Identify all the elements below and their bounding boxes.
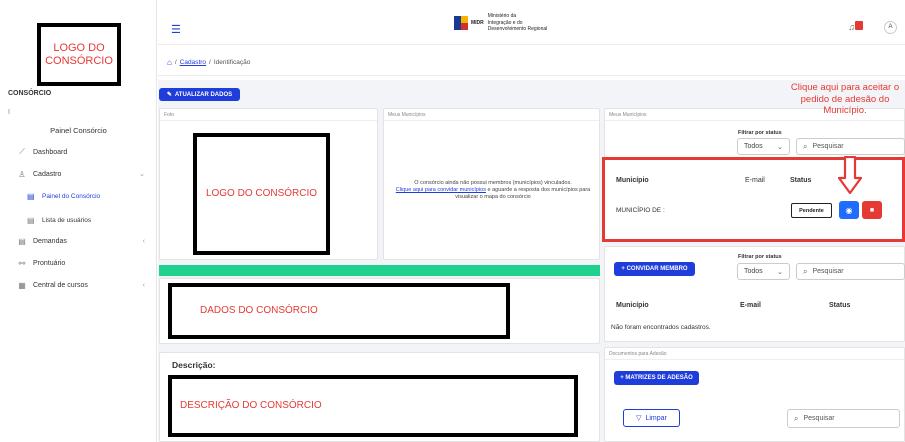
description-annotation: DESCRIÇÃO DO CONSÓRCIO <box>168 375 578 437</box>
user-icon: ♙ <box>18 169 26 179</box>
sidebar-item-label: Dashboard <box>33 148 68 156</box>
members-empty-message: Não foram encontrados cadastros. <box>611 324 711 331</box>
consortium-subtitle: I <box>8 109 10 116</box>
members-status-filter-label: Filtrar por status <box>738 254 782 260</box>
notification-badge[interactable] <box>855 21 863 30</box>
municipalities-search-input[interactable]: ⌕ Pesquisar <box>796 138 905 155</box>
chevron-down-icon: ⌄ <box>777 268 783 276</box>
no-members-message: O consórcio ainda não possui membros (mu… <box>395 180 591 200</box>
book-icon: ▦ <box>18 280 26 290</box>
clear-filter-button[interactable]: ▽ Limpar <box>623 409 680 427</box>
sidebar-item-label: Painel do Consórcio <box>42 192 101 200</box>
file-icon: ▤ <box>27 215 35 225</box>
avatar[interactable]: A <box>884 21 897 34</box>
logo-placeholder-annotation: LOGO DO CONSÓRCIO <box>193 133 330 255</box>
menu-icon[interactable]: ☰ <box>171 23 181 36</box>
search-icon: ⌕ <box>803 266 808 276</box>
accept-request-annotation: Clique aqui para aceitar o pedido de ade… <box>790 82 900 116</box>
members-map-header: Meus Municípios <box>384 109 599 121</box>
filter-icon: ▽ <box>636 415 642 422</box>
ministry-flag-icon <box>454 15 468 30</box>
search-icon: ⌕ <box>794 413 799 423</box>
photo-panel-header: Foto <box>160 109 377 121</box>
progress-bar <box>159 265 600 276</box>
edit-icon: ✎ <box>166 92 172 98</box>
file-icon: ▤ <box>27 191 35 201</box>
sidebar-item-label: Lista de usuários <box>42 216 92 224</box>
members-search-input[interactable]: ⌕ Pesquisar <box>796 263 905 280</box>
sidebar-item-central-cursos[interactable]: ▦ Central de cursos ‹ <box>0 278 157 292</box>
network-icon: ⚯ <box>18 258 26 268</box>
file-icon: ▤ <box>18 236 26 246</box>
invite-member-button[interactable]: + CONVIDAR MEMBRO <box>614 262 695 276</box>
top-bar: ☰ MIDR Ministério da Integração e do Des… <box>158 10 905 45</box>
breadcrumb: ⌂ / Cadastro / Identificação <box>158 50 905 76</box>
sidebar-item-painel-consorcio[interactable]: ▤ Painel do Consórcio <box>0 189 157 203</box>
search-icon: ⌕ <box>803 141 808 151</box>
sidebar-item-cadastro[interactable]: ♙ Cadastro ⌄ <box>0 167 157 181</box>
consortium-logo-placeholder: LOGO DO CONSÓRCIO <box>37 23 121 86</box>
chevron-down-icon: ⌄ <box>139 171 145 178</box>
bell-icon[interactable]: ♫ <box>848 22 855 32</box>
sidebar-item-label: Demandas <box>33 237 67 245</box>
ministry-name: Ministério da Integração e do Desenvolvi… <box>487 13 548 32</box>
sidebar-item-dashboard[interactable]: ⟋ Dashboard <box>0 145 157 159</box>
invite-municipalities-link[interactable]: Clique aqui para convidar municípios <box>396 187 486 193</box>
documents-header: Documentos para Adesão <box>605 348 904 360</box>
documents-search-input[interactable]: ⌕ Pesquisar <box>787 409 900 428</box>
ministry-logo: MIDR Ministério da Integração e do Desen… <box>454 13 547 33</box>
breadcrumb-current: Identificação <box>213 59 251 66</box>
chevron-left-icon: ‹ <box>142 237 145 245</box>
sidebar-item-lista-usuarios[interactable]: ▤ Lista de usuários <box>0 213 157 227</box>
members-column-municipio: Município <box>616 302 649 309</box>
chevron-left-icon: ‹ <box>142 281 145 289</box>
home-icon[interactable]: ⌂ <box>167 58 172 67</box>
sidebar-item-label: Prontuário <box>33 259 66 267</box>
panel-label: Painel Consórcio <box>50 126 107 135</box>
members-column-email: E-mail <box>740 302 762 309</box>
members-status-filter-select[interactable]: Todos ⌄ <box>737 263 790 280</box>
arrow-down-icon <box>838 156 862 194</box>
sidebar: LOGO DO CONSÓRCIO CONSÓRCIO I Painel Con… <box>0 0 157 442</box>
consortium-title: CONSÓRCIO <box>8 90 52 97</box>
adhesion-matrices-button[interactable]: + MATRIZES DE ADESÃO <box>614 371 699 385</box>
sidebar-item-demandas[interactable]: ▤ Demandas ‹ <box>0 234 157 248</box>
status-filter-label: Filtrar por status <box>738 130 782 136</box>
consortium-data-annotation: DADOS DO CONSÓRCIO <box>168 283 510 339</box>
sidebar-item-prontuario[interactable]: ⚯ Prontuário <box>0 256 157 270</box>
sidebar-item-label: Cadastro <box>33 170 62 178</box>
members-column-status: Status <box>829 302 851 309</box>
description-label: Descrição: <box>172 360 216 370</box>
sidebar-item-label: Central de cursos <box>33 281 88 289</box>
status-filter-select[interactable]: Todos ⌄ <box>737 138 790 155</box>
update-data-button[interactable]: ✎ ATUALIZAR DADOS <box>159 88 240 101</box>
breadcrumb-link-cadastro[interactable]: Cadastro <box>180 59 206 66</box>
chevron-down-icon: ⌄ <box>777 143 783 151</box>
ministry-code: MIDR <box>471 19 484 26</box>
chart-line-icon: ⟋ <box>19 147 25 156</box>
